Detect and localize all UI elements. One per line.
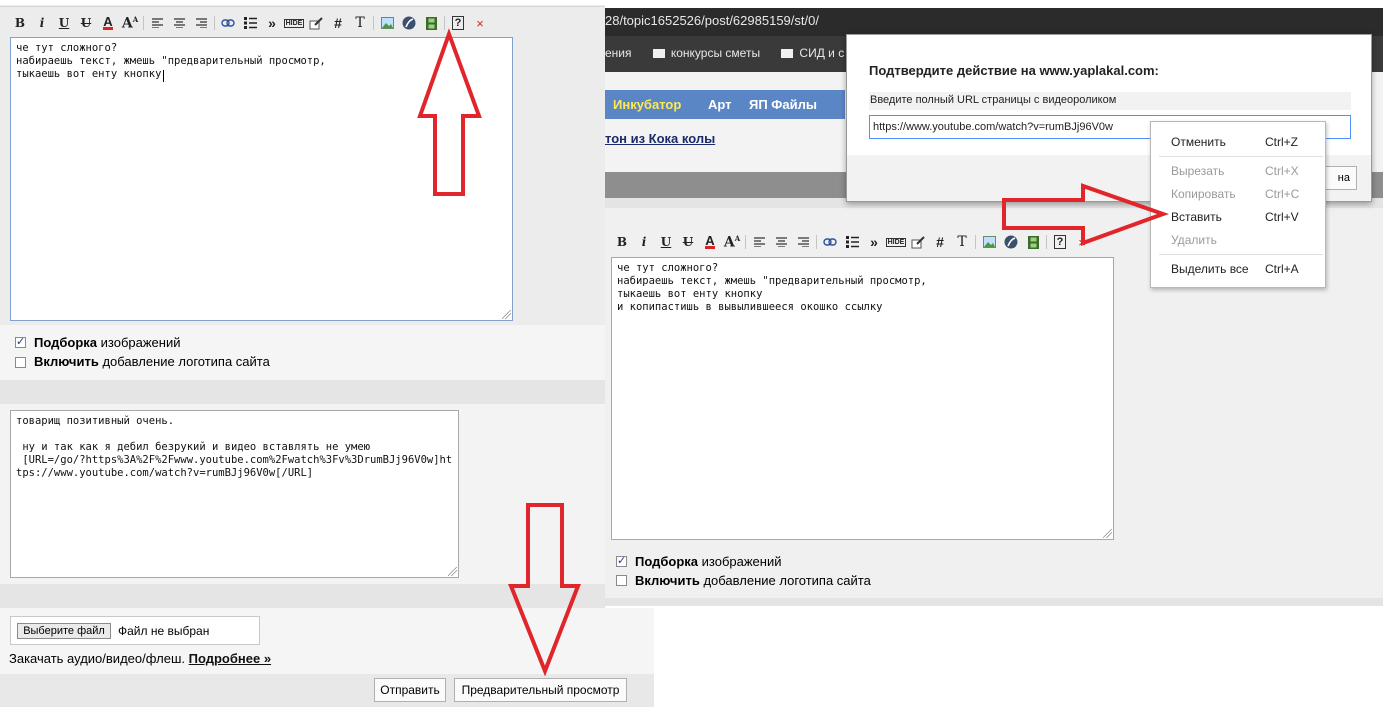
arrow-right-annotation [1002,183,1169,246]
arrow-up-annotation [417,28,482,196]
arrow-down-annotation [508,503,581,677]
annotation-layer [417,28,1169,677]
